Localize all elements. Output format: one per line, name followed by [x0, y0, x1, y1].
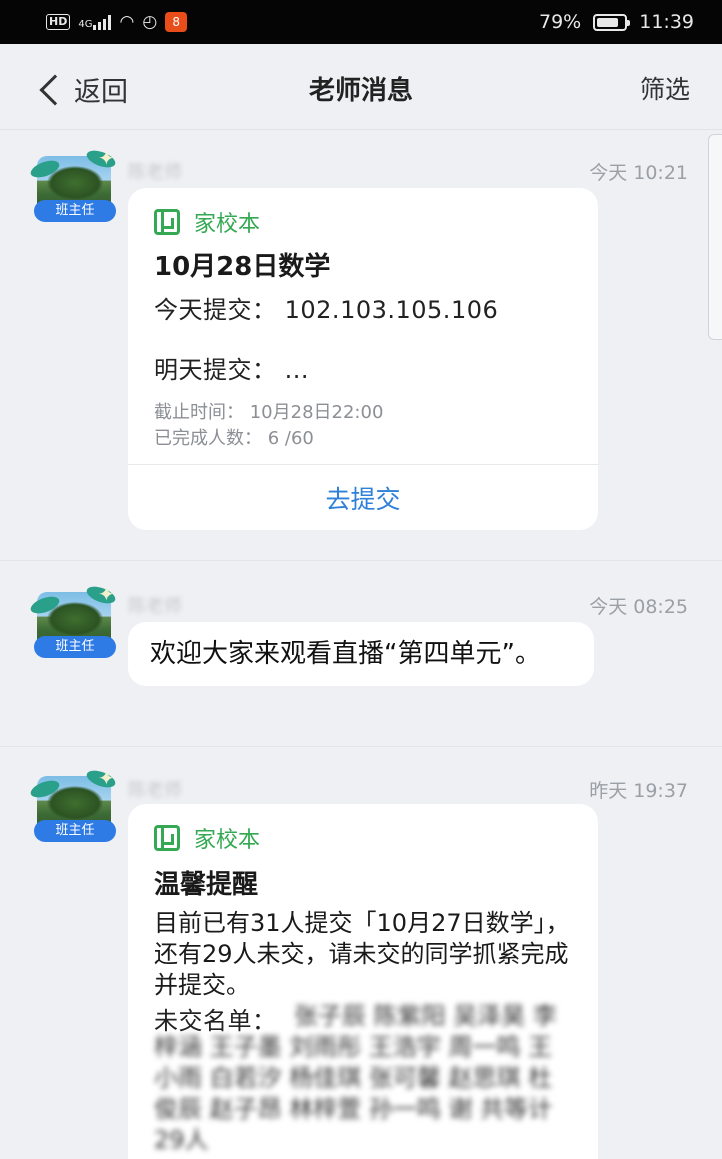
message-item: ✦ 班主任 陈老师 今天 10:21 家校本 10月28日数学 今天提交： 10… [0, 146, 722, 552]
avatar[interactable]: ✦ 班主任 [28, 582, 118, 658]
tomorrow-submit: 明天提交： ... [154, 356, 310, 384]
card-source: 家校本 [154, 206, 260, 238]
message-item: ✦ 班主任 陈老师 昨天 19:37 家校本 温馨提醒 目前已有31人提交「10… [0, 766, 722, 1159]
reminder-card[interactable]: 家校本 温馨提醒 目前已有31人提交「10月27日数学」，还有29人未交，请未交… [128, 804, 598, 1159]
notebook-icon [154, 209, 180, 235]
sender-name: 陈老师 [128, 780, 182, 801]
status-left: HD 4G ◠ ◴ 8 [46, 12, 188, 32]
battery-icon [593, 13, 631, 31]
unsubmitted-names: 张子辰 陈紫阳 吴泽昊 李梓涵 王子墨 刘雨彤 王浩宇 周一鸣 王小雨 白若汐 … [154, 1002, 557, 1154]
sparkle-icon: ✦ [98, 582, 115, 606]
hotspot-icon: ◴ [142, 12, 158, 32]
message-time: 今天 08:25 [589, 596, 688, 618]
wifi-icon: ◠ [119, 12, 135, 32]
card-source-label: 家校本 [194, 828, 261, 853]
app-notification-icon: 8 [165, 12, 188, 32]
sparkle-icon: ✦ [98, 146, 115, 170]
status-bar: HD 4G ◠ ◴ 8 79% 11:39 [0, 0, 722, 44]
back-label: 返回 [74, 77, 128, 108]
notebook-icon [154, 825, 180, 851]
card-source-label: 家校本 [194, 212, 261, 237]
role-badge: 班主任 [34, 820, 116, 842]
sender-name: 陈老师 [128, 596, 182, 617]
network-type: 4G [78, 19, 93, 30]
today-submit: 今天提交： 102.103.105.106 [154, 296, 499, 324]
filter-button[interactable]: 筛选 [640, 70, 690, 106]
role-badge: 班主任 [34, 200, 116, 222]
card-title: 温馨提醒 [154, 870, 259, 900]
sender-name: 陈老师 [128, 162, 182, 183]
reminder-text: 目前已有31人提交「10月27日数学」，还有29人未交，请未交的同学抓紧完成并提… [154, 909, 570, 999]
divider [0, 746, 722, 747]
sparkle-icon: ✦ [98, 766, 115, 790]
clock: 11:39 [639, 11, 694, 33]
status-right: 79% 11:39 [539, 11, 694, 33]
avatar[interactable]: ✦ 班主任 [28, 146, 118, 222]
divider [0, 560, 722, 561]
card-source: 家校本 [154, 822, 260, 854]
avatar[interactable]: ✦ 班主任 [28, 766, 118, 842]
chevron-left-icon [39, 73, 71, 106]
homework-card[interactable]: 家校本 10月28日数学 今天提交： 102.103.105.106 明天提交：… [128, 188, 598, 530]
submit-button[interactable]: 去提交 [128, 480, 598, 516]
message-item: ✦ 班主任 陈老师 今天 08:25 欢迎大家来观看直播“第四单元”。 [0, 582, 722, 728]
battery-percent: 79% [539, 11, 582, 33]
role-badge: 班主任 [34, 636, 116, 658]
signal-icon: 4G [78, 14, 112, 30]
completed-count: 已完成人数： 6 /60 [154, 428, 314, 449]
card-divider [128, 464, 598, 465]
card-title: 10月28日数学 [154, 252, 331, 282]
message-time: 今天 10:21 [589, 162, 688, 184]
hd-indicator: HD [46, 14, 71, 30]
deadline: 截止时间： 10月28日22:00 [154, 402, 384, 423]
back-button[interactable]: 返回 [36, 70, 128, 109]
nav-bar: 返回 老师消息 筛选 [0, 44, 722, 130]
message-bubble[interactable]: 欢迎大家来观看直播“第四单元”。 [128, 622, 594, 686]
message-time: 昨天 19:37 [589, 780, 688, 802]
